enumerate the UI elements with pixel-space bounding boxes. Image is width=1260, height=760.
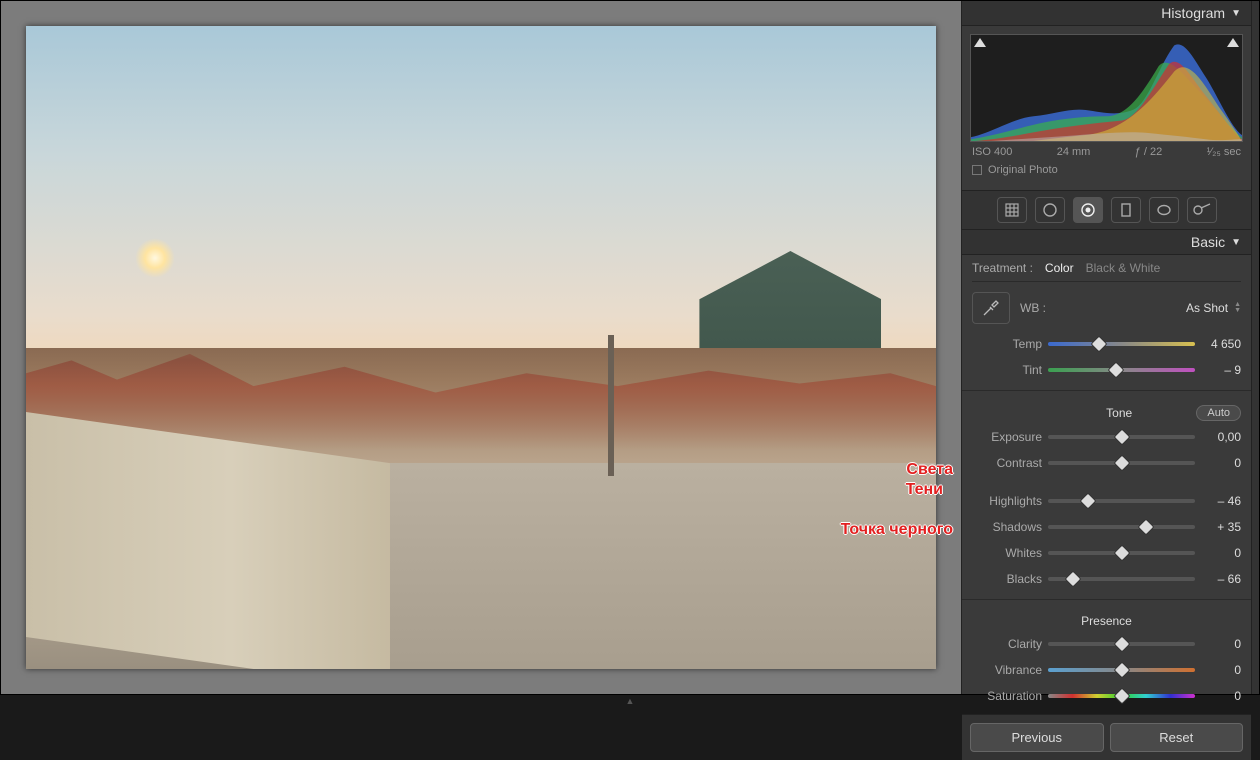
basic-title: Basic	[1191, 234, 1225, 250]
treatment-color[interactable]: Color	[1045, 261, 1074, 275]
clarity-slider[interactable]	[1048, 638, 1195, 650]
tone-label: Tone	[1042, 406, 1196, 420]
vibrance-row: Vibrance 0	[972, 660, 1241, 680]
histogram-header[interactable]: Histogram ▼	[962, 1, 1251, 26]
basic-header[interactable]: Basic ▼	[962, 230, 1251, 255]
whites-label: Whites	[972, 546, 1042, 560]
chevron-down-icon: ▼	[1231, 237, 1241, 248]
shadows-row: Shadows + 35	[972, 517, 1241, 537]
vibrance-label: Vibrance	[972, 663, 1042, 677]
tone-subhead: Tone Auto	[972, 401, 1241, 421]
whites-value[interactable]: 0	[1201, 546, 1241, 560]
updown-icon: ▲▼	[1234, 302, 1241, 314]
highlights-row: Highlights – 46	[972, 491, 1241, 511]
exposure-slider[interactable]	[1048, 431, 1195, 443]
tint-label: Tint	[972, 363, 1042, 377]
spot-tool[interactable]	[1035, 197, 1065, 223]
contrast-label: Contrast	[972, 456, 1042, 470]
treatment-row: Treatment : Color Black & White	[972, 255, 1241, 282]
contrast-slider[interactable]	[1048, 457, 1195, 469]
auto-button[interactable]: Auto	[1196, 405, 1241, 421]
annotation-blackpoint: Точка черного	[841, 521, 953, 539]
histogram-meta: ISO 400 24 mm ƒ / 22 ¹⁄₂₅ sec	[970, 142, 1243, 162]
presence-subhead: Presence	[972, 610, 1241, 628]
clarity-row: Clarity 0	[972, 634, 1241, 654]
tint-value[interactable]: – 9	[1201, 363, 1241, 377]
panel-scrollbar[interactable]	[1251, 1, 1259, 694]
treatment-bw[interactable]: Black & White	[1086, 261, 1161, 275]
shadows-value[interactable]: + 35	[1201, 520, 1241, 534]
annotation-shadows: Тени	[906, 481, 943, 499]
temp-value[interactable]: 4 650	[1201, 337, 1241, 351]
contrast-value[interactable]: 0	[1201, 456, 1241, 470]
redeye-tool[interactable]	[1073, 197, 1103, 223]
blacks-row: Blacks – 66	[972, 569, 1241, 589]
saturation-slider[interactable]	[1048, 690, 1195, 702]
blacks-value[interactable]: – 66	[1201, 572, 1241, 586]
highlights-label: Highlights	[972, 494, 1042, 508]
meta-aperture: ƒ / 22	[1135, 146, 1163, 158]
saturation-row: Saturation 0	[972, 686, 1241, 706]
tint-row: Tint – 9	[972, 360, 1241, 380]
grad-tool[interactable]	[1111, 197, 1141, 223]
saturation-label: Saturation	[972, 689, 1042, 703]
eyedropper-tool[interactable]	[972, 292, 1010, 324]
blacks-label: Blacks	[972, 572, 1042, 586]
wb-label: WB :	[1020, 301, 1046, 315]
clarity-value[interactable]: 0	[1201, 637, 1241, 651]
histogram-title: Histogram	[1161, 5, 1225, 21]
whites-row: Whites 0	[972, 543, 1241, 563]
shadows-slider[interactable]	[1048, 521, 1195, 533]
blacks-slider[interactable]	[1048, 573, 1195, 585]
develop-panel: Histogram ▼ ISO 400 24 mm ƒ / 22 ¹⁄₂₅ s	[961, 1, 1251, 694]
treatment-label: Treatment :	[972, 261, 1033, 275]
presence-label: Presence	[1081, 614, 1132, 628]
vibrance-slider[interactable]	[1048, 664, 1195, 676]
chevron-down-icon: ▼	[1231, 8, 1241, 19]
temp-row: Temp 4 650	[972, 334, 1241, 354]
histogram-section: ISO 400 24 mm ƒ / 22 ¹⁄₂₅ sec Original P…	[962, 26, 1251, 190]
clarity-label: Clarity	[972, 637, 1042, 651]
vibrance-value[interactable]: 0	[1201, 663, 1241, 677]
app-root: Света Тени Точка черного Histogram ▼	[0, 0, 1260, 695]
image-viewer[interactable]: Света Тени Точка черного	[1, 1, 961, 694]
annotation-lights: Света	[906, 461, 953, 479]
highlights-slider[interactable]	[1048, 495, 1195, 507]
saturation-value[interactable]: 0	[1201, 689, 1241, 703]
highlights-value[interactable]: – 46	[1201, 494, 1241, 508]
wb-row: WB : As Shot ▲▼	[972, 288, 1241, 328]
main-photo	[26, 26, 936, 669]
brush-tool[interactable]	[1187, 197, 1217, 223]
wb-value: As Shot	[1186, 301, 1228, 315]
original-photo-label: Original Photo	[988, 164, 1058, 176]
shadows-label: Shadows	[972, 520, 1042, 534]
meta-iso: ISO 400	[972, 146, 1012, 158]
meta-shutter: ¹⁄₂₅ sec	[1207, 146, 1241, 158]
exposure-row: Exposure 0,00	[972, 427, 1241, 447]
wb-dropdown[interactable]: As Shot ▲▼	[1186, 301, 1241, 315]
panel-footer: Previous Reset	[962, 714, 1251, 760]
radial-tool[interactable]	[1149, 197, 1179, 223]
tool-strip	[962, 190, 1251, 230]
histogram-canvas[interactable]	[970, 34, 1243, 142]
temp-label: Temp	[972, 337, 1042, 351]
tint-slider[interactable]	[1048, 364, 1195, 376]
basic-section: Treatment : Color Black & White WB : As …	[962, 255, 1251, 714]
temp-slider[interactable]	[1048, 338, 1195, 350]
histogram-svg	[971, 35, 1242, 142]
whites-slider[interactable]	[1048, 547, 1195, 559]
exposure-value[interactable]: 0,00	[1201, 430, 1241, 444]
reset-button[interactable]: Reset	[1110, 723, 1244, 752]
contrast-row: Contrast 0	[972, 453, 1241, 473]
crop-tool[interactable]	[997, 197, 1027, 223]
checkbox-icon	[972, 165, 982, 175]
original-photo-toggle[interactable]: Original Photo	[970, 162, 1243, 182]
exposure-label: Exposure	[972, 430, 1042, 444]
meta-focal: 24 mm	[1057, 146, 1091, 158]
previous-button[interactable]: Previous	[970, 723, 1104, 752]
